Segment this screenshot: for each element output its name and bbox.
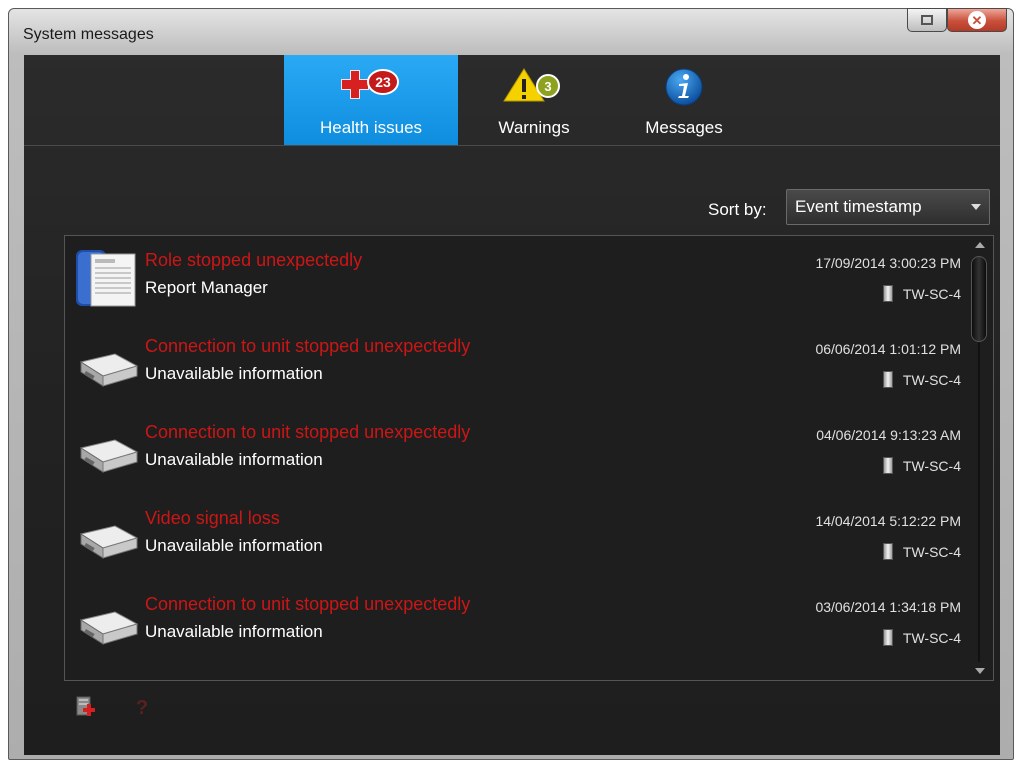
system-messages-window: System messages ✕ 23 Health issues 3 War…: [8, 8, 1014, 760]
tab-label: Messages: [645, 118, 723, 137]
sort-value: Event timestamp: [795, 197, 922, 216]
tab-label: Warnings: [498, 118, 570, 137]
message-title: Connection to unit stopped unexpectedly: [145, 336, 471, 356]
help-button[interactable]: ?: [132, 695, 152, 724]
video-unit-icon: [73, 504, 141, 573]
sort-dropdown[interactable]: Event timestamp: [786, 189, 990, 225]
server-icon: [882, 543, 893, 560]
server-name: TW-SC-4: [902, 543, 961, 560]
server-name: TW-SC-4: [902, 285, 961, 302]
video-unit-icon: [73, 418, 141, 487]
list-item[interactable]: Connection to unit stopped unexpectedly …: [65, 580, 967, 666]
maximize-icon: [921, 15, 933, 25]
message-title: Video signal loss: [145, 508, 280, 528]
message-server: TW-SC-4: [882, 457, 961, 474]
scroll-down-arrow-icon[interactable]: [975, 668, 985, 674]
message-source: Unavailable information: [145, 364, 323, 383]
chevron-down-icon: [971, 204, 981, 210]
message-source: Unavailable information: [145, 536, 323, 555]
maximize-button[interactable]: [907, 8, 947, 32]
tab-health-issues[interactable]: 23 Health issues: [284, 55, 458, 146]
list-item[interactable]: Video signal loss Unavailable informatio…: [65, 494, 967, 580]
tab-label: Health issues: [319, 118, 423, 137]
message-timestamp: 06/06/2014 1:01:12 PM: [815, 341, 961, 357]
list-item[interactable]: Connection to unit stopped unexpectedly …: [65, 408, 967, 494]
sort-label: Sort by:: [708, 200, 767, 219]
video-unit-icon: [73, 332, 141, 401]
close-button[interactable]: ✕: [947, 8, 1007, 32]
message-server: TW-SC-4: [882, 371, 961, 388]
tab-messages[interactable]: Messages: [614, 55, 754, 146]
scroll-up-arrow-icon[interactable]: [975, 242, 985, 248]
message-server: TW-SC-4: [882, 629, 961, 646]
info-icon: [664, 67, 704, 112]
list-item[interactable]: Role stopped unexpectedly Report Manager…: [65, 236, 967, 322]
scroll-track: [978, 342, 980, 662]
message-timestamp: 03/06/2014 1:34:18 PM: [815, 599, 961, 615]
server-name: TW-SC-4: [902, 629, 961, 646]
message-title: Connection to unit stopped unexpectedly: [145, 594, 471, 614]
message-timestamp: 14/04/2014 5:12:22 PM: [815, 513, 961, 529]
server-name: TW-SC-4: [902, 371, 961, 388]
tab-divider: [24, 145, 1000, 146]
server-icon: [882, 285, 893, 302]
window-title: System messages: [23, 26, 154, 43]
vertical-scrollbar[interactable]: [967, 236, 993, 680]
close-icon: ✕: [968, 11, 986, 29]
message-timestamp: 04/06/2014 9:13:23 AM: [816, 427, 961, 443]
report-document-icon: [73, 246, 137, 315]
message-source: Unavailable information: [145, 622, 323, 641]
add-health-event-icon: [76, 696, 95, 716]
list-item[interactable]: Connection to unit stopped unexpectedly …: [65, 322, 967, 408]
content-panel: 23 Health issues 3 Warnings Messages Sor…: [24, 55, 1000, 755]
message-source: Unavailable information: [145, 450, 323, 469]
message-title: Connection to unit stopped unexpectedly: [145, 422, 471, 442]
svg-text:?: ?: [136, 697, 148, 719]
tab-warnings[interactable]: 3 Warnings: [464, 55, 604, 146]
message-server: TW-SC-4: [882, 285, 961, 302]
message-source: Report Manager: [145, 278, 268, 297]
health-plus-icon: 23: [339, 67, 403, 108]
message-server: TW-SC-4: [882, 543, 961, 560]
video-unit-icon: [73, 590, 141, 659]
server-name: TW-SC-4: [902, 457, 961, 474]
warning-badge-count: 3: [544, 79, 551, 94]
add-health-event-button[interactable]: [74, 695, 98, 724]
server-icon: [882, 629, 893, 646]
help-icon: ?: [136, 697, 148, 719]
message-list: Role stopped unexpectedly Report Manager…: [64, 235, 994, 681]
message-timestamp: 17/09/2014 3:00:23 PM: [815, 255, 961, 271]
health-badge-count: 23: [375, 74, 391, 90]
warning-triangle-icon: 3: [502, 67, 566, 110]
server-icon: [882, 457, 893, 474]
message-title: Role stopped unexpectedly: [145, 250, 363, 270]
scroll-thumb[interactable]: [971, 256, 987, 342]
server-icon: [882, 371, 893, 388]
